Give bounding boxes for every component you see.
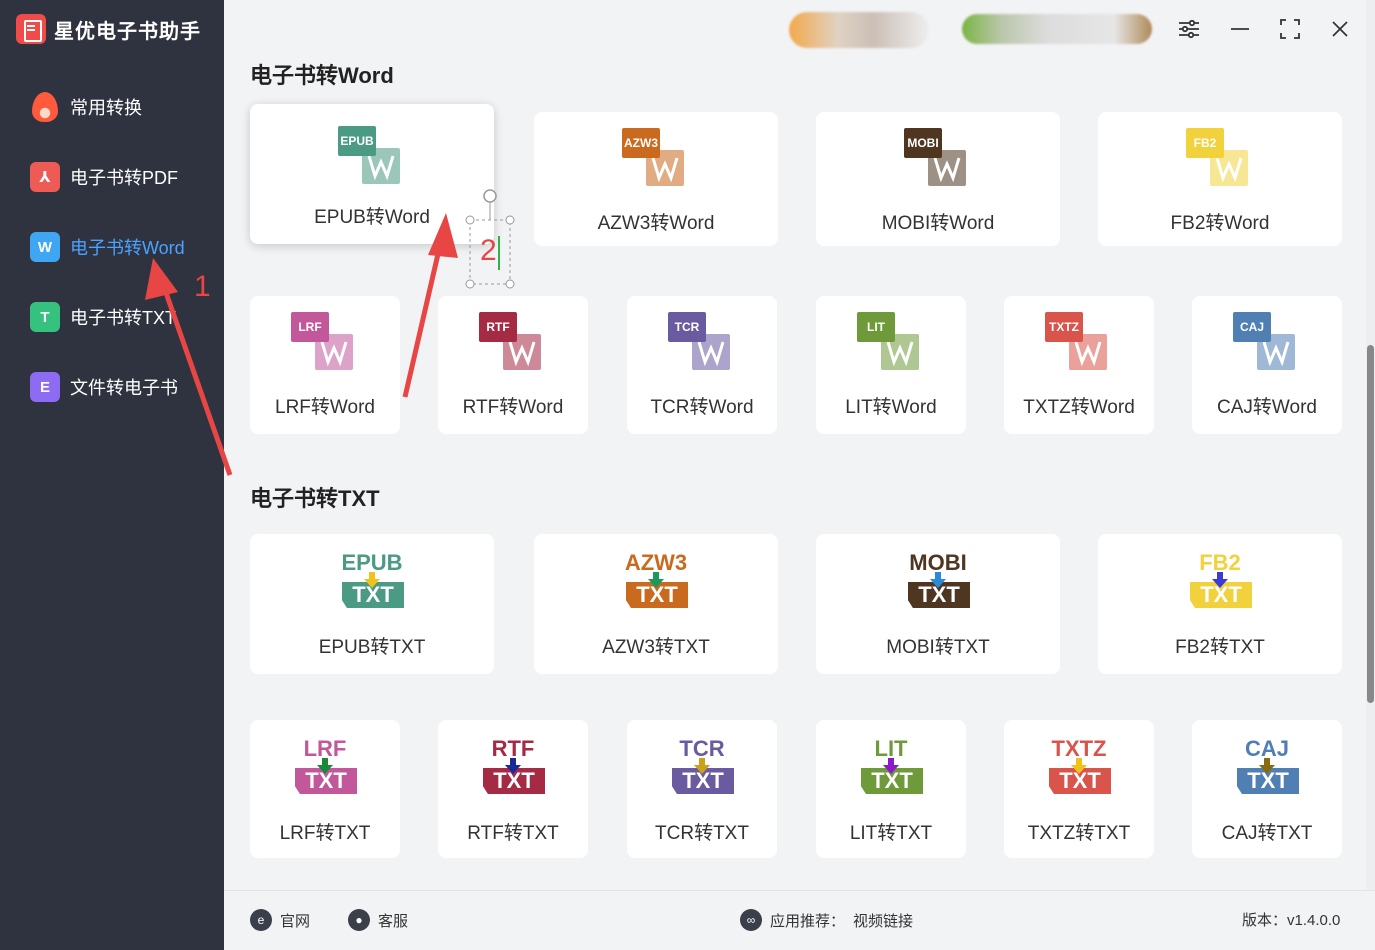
website-label: 官网 [280,912,311,930]
app-recommend[interactable]: ∞ 应用推荐： 视频链接 [740,909,913,931]
version-info: 版本：v1.4.0.0 [1242,909,1340,930]
ie-icon: e [250,909,272,931]
chat-icon: ● [348,909,370,931]
customer-service-link[interactable]: ● 客服 [348,909,408,931]
service-label: 客服 [378,912,409,930]
recommend-link[interactable]: 视频链接 [853,910,913,931]
version-label: 版本：v1.4.0.0 [1242,912,1341,929]
footer: e 官网 ● 客服 ∞ 应用推荐： 视频链接 版本：v1.4.0.0 [224,890,1375,950]
annotation-arrows [145,189,515,476]
website-link[interactable]: e 官网 [250,909,310,931]
link-icon: ∞ [740,909,762,931]
annotation-step-1: 1 [194,270,211,303]
annotation-step-2: 2 [480,234,497,267]
recommend-label: 应用推荐： [770,912,846,930]
